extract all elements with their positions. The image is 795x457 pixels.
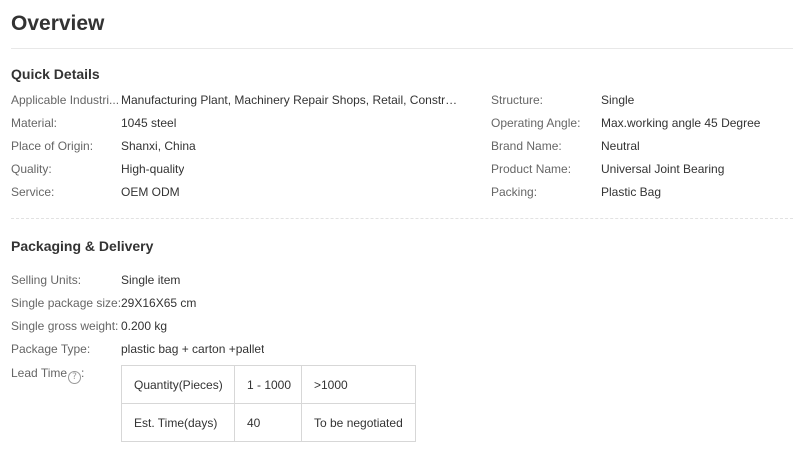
packaging-row-selling-units: Selling Units: Single item bbox=[11, 270, 471, 290]
packaging-row-gross-weight: Single gross weight: 0.200 kg bbox=[11, 316, 471, 336]
help-icon[interactable]: ? bbox=[68, 371, 82, 384]
detail-row-service: Service: OEM ODM bbox=[11, 182, 471, 202]
lead-time-label: Lead Time bbox=[11, 366, 68, 380]
packaging-label: Single package size: bbox=[11, 296, 122, 310]
detail-label: Product Name: bbox=[491, 162, 572, 176]
table-cell: 40 bbox=[234, 403, 302, 442]
detail-row-applicable-industries: Applicable Industri... Manufacturing Pla… bbox=[11, 90, 471, 110]
table-cell: Est. Time(days) bbox=[121, 403, 235, 442]
packaging-value: 0.200 kg bbox=[121, 319, 168, 333]
detail-row-operating-angle: Operating Angle: Max.working angle 45 De… bbox=[491, 113, 791, 133]
packaging-label: Selling Units: bbox=[11, 273, 82, 287]
lead-time-table: Quantity(Pieces) 1 - 1000 >1000 Est. Tim… bbox=[121, 365, 416, 442]
lead-time-label-wrap: Lead Time?: bbox=[11, 363, 84, 384]
detail-row-structure: Structure: Single bbox=[491, 90, 791, 110]
detail-label: Material: bbox=[11, 116, 58, 130]
detail-label: Operating Angle: bbox=[491, 116, 581, 130]
detail-value: Plastic Bag bbox=[601, 185, 662, 199]
detail-row-place-of-origin: Place of Origin: Shanxi, China bbox=[11, 136, 471, 156]
detail-label: Service: bbox=[11, 185, 55, 199]
detail-value: OEM ODM bbox=[121, 185, 180, 199]
packaging-label: Single gross weight: bbox=[11, 319, 119, 333]
packaging-delivery-title: Packaging & Delivery bbox=[11, 238, 154, 254]
packaging-value: plastic bag + carton +pallet bbox=[121, 342, 265, 356]
detail-value: Universal Joint Bearing bbox=[601, 162, 725, 176]
detail-row-packing: Packing: Plastic Bag bbox=[491, 182, 791, 202]
detail-value: Shanxi, China bbox=[121, 139, 196, 153]
detail-label: Place of Origin: bbox=[11, 139, 94, 153]
packaging-row-package-type: Package Type: plastic bag + carton +pall… bbox=[11, 339, 471, 359]
detail-label: Applicable Industri... bbox=[11, 93, 119, 107]
packaging-value: Single item bbox=[121, 273, 181, 287]
detail-row-quality: Quality: High-quality bbox=[11, 159, 471, 179]
table-row: Est. Time(days) 40 To be negotiated bbox=[121, 403, 416, 442]
packaging-row-package-size: Single package size: 29X16X65 cm bbox=[11, 293, 471, 313]
packaging-value: 29X16X65 cm bbox=[121, 296, 197, 310]
detail-value: Neutral bbox=[601, 139, 640, 153]
detail-value: Manufacturing Plant, Machinery Repair Sh… bbox=[121, 93, 461, 107]
table-row: Quantity(Pieces) 1 - 1000 >1000 bbox=[121, 365, 416, 404]
detail-value: 1045 steel bbox=[121, 116, 177, 130]
detail-label: Brand Name: bbox=[491, 139, 562, 153]
detail-label: Structure: bbox=[491, 93, 544, 107]
page-title: Overview bbox=[11, 12, 105, 35]
lead-time-row: Lead Time?: bbox=[11, 363, 121, 384]
section-divider bbox=[11, 218, 793, 219]
detail-label: Quality: bbox=[11, 162, 52, 176]
detail-value: Single bbox=[601, 93, 635, 107]
table-cell: Quantity(Pieces) bbox=[121, 365, 235, 404]
detail-row-product-name: Product Name: Universal Joint Bearing bbox=[491, 159, 791, 179]
detail-row-material: Material: 1045 steel bbox=[11, 113, 471, 133]
lead-time-colon: : bbox=[81, 366, 85, 380]
detail-value: Max.working angle 45 Degree bbox=[601, 116, 761, 130]
detail-value: High-quality bbox=[121, 162, 185, 176]
packaging-label: Package Type: bbox=[11, 342, 91, 356]
table-cell: 1 - 1000 bbox=[234, 365, 302, 404]
detail-row-brand-name: Brand Name: Neutral bbox=[491, 136, 791, 156]
table-cell: >1000 bbox=[301, 365, 416, 404]
table-cell: To be negotiated bbox=[301, 403, 416, 442]
detail-label: Packing: bbox=[491, 185, 538, 199]
quick-details-title: Quick Details bbox=[11, 66, 100, 82]
title-divider bbox=[11, 48, 793, 49]
